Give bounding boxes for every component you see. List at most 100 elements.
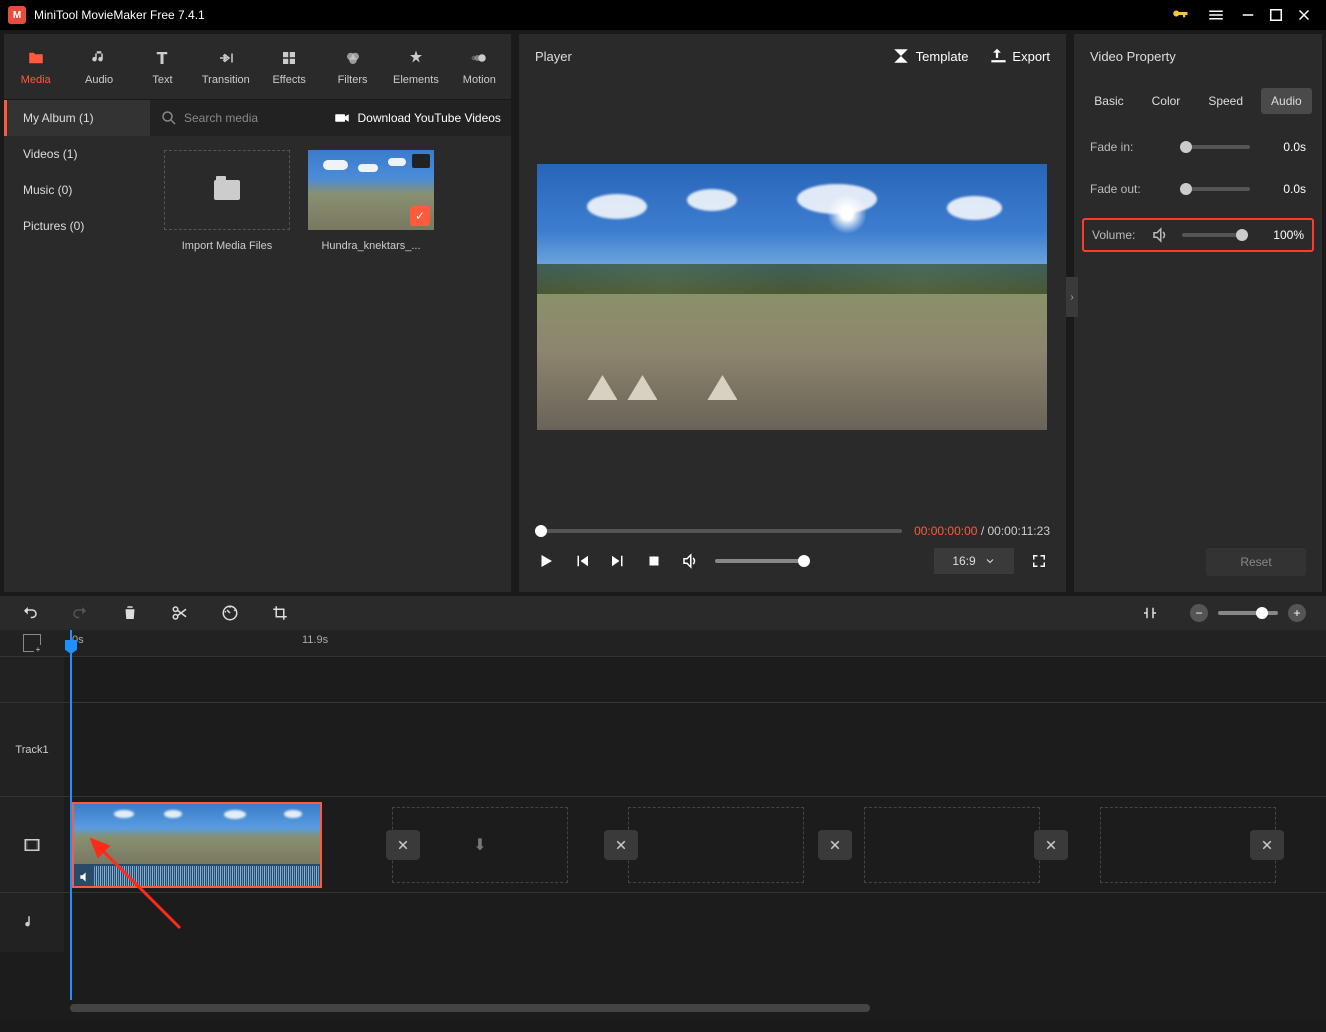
speed-button[interactable] bbox=[220, 603, 240, 623]
zoom-out-button[interactable]: − bbox=[1190, 604, 1208, 622]
stop-button[interactable] bbox=[643, 550, 665, 572]
download-icon: ⬇ bbox=[473, 835, 486, 855]
effects-icon bbox=[279, 48, 299, 68]
volume-row: Volume: 100% bbox=[1082, 218, 1314, 252]
search-input[interactable]: Search media bbox=[160, 109, 258, 127]
play-button[interactable] bbox=[535, 550, 557, 572]
prop-tab-color[interactable]: Color bbox=[1142, 88, 1191, 114]
zoom-slider[interactable] bbox=[1218, 611, 1278, 615]
clip-speaker-icon bbox=[78, 870, 92, 884]
album-my-album[interactable]: My Album (1) bbox=[4, 100, 150, 136]
music-note-icon bbox=[89, 48, 109, 68]
menu-icon[interactable] bbox=[1202, 1, 1230, 29]
check-badge-icon: ✓ bbox=[410, 206, 430, 226]
maximize-button[interactable] bbox=[1262, 1, 1290, 29]
player-panel: Player Template Export › bbox=[519, 34, 1066, 592]
transition-slot-button[interactable] bbox=[604, 830, 638, 860]
prop-tab-audio[interactable]: Audio bbox=[1261, 88, 1312, 114]
template-icon bbox=[892, 47, 910, 65]
close-button[interactable] bbox=[1290, 1, 1318, 29]
zoom-in-button[interactable]: + bbox=[1288, 604, 1306, 622]
transition-slot-button[interactable] bbox=[1034, 830, 1068, 860]
next-frame-button[interactable] bbox=[607, 550, 629, 572]
fade-out-slider[interactable] bbox=[1180, 187, 1250, 191]
redo-button[interactable] bbox=[70, 603, 90, 623]
progress-slider[interactable] bbox=[535, 529, 902, 533]
undo-button[interactable] bbox=[20, 603, 40, 623]
tab-effects[interactable]: Effects bbox=[258, 34, 321, 99]
import-folder-icon bbox=[214, 180, 240, 200]
transition-slot-button[interactable] bbox=[386, 830, 420, 860]
media-panel: Media Audio Text Transition Effects Filt… bbox=[4, 34, 511, 592]
panel-expand-handle[interactable]: › bbox=[1066, 277, 1078, 317]
track-label: Track1 bbox=[0, 703, 64, 796]
minimize-button[interactable] bbox=[1234, 1, 1262, 29]
video-badge-icon bbox=[412, 154, 430, 168]
volume-prop-slider[interactable] bbox=[1182, 233, 1248, 237]
timeline-ruler[interactable]: 0s 11.9s bbox=[64, 630, 1326, 656]
volume-slider[interactable] bbox=[715, 559, 810, 563]
export-button[interactable]: Export bbox=[988, 47, 1050, 65]
audio-track-icon bbox=[0, 893, 64, 952]
elements-icon bbox=[406, 48, 426, 68]
transition-slot-button[interactable] bbox=[818, 830, 852, 860]
license-key-icon[interactable] bbox=[1166, 1, 1194, 29]
delete-button[interactable] bbox=[120, 603, 140, 623]
add-track-button[interactable] bbox=[23, 634, 41, 652]
transition-slot-button[interactable] bbox=[1250, 830, 1284, 860]
fullscreen-button[interactable] bbox=[1028, 550, 1050, 572]
chevron-down-icon bbox=[984, 555, 996, 567]
album-pictures[interactable]: Pictures (0) bbox=[4, 208, 150, 244]
transition-icon bbox=[216, 48, 236, 68]
album-music[interactable]: Music (0) bbox=[4, 172, 150, 208]
empty-clip-slot[interactable] bbox=[628, 807, 804, 883]
import-media-tile[interactable]: Import Media Files bbox=[164, 150, 290, 252]
tab-text[interactable]: Text bbox=[131, 34, 194, 99]
tab-media[interactable]: Media bbox=[4, 34, 67, 99]
speaker-icon[interactable] bbox=[1150, 226, 1170, 244]
property-panel: Video Property Basic Color Speed Audio F… bbox=[1074, 34, 1322, 592]
fade-in-slider[interactable] bbox=[1180, 145, 1250, 149]
player-title: Player bbox=[535, 49, 572, 64]
folder-icon bbox=[26, 48, 46, 68]
split-button[interactable] bbox=[170, 603, 190, 623]
fit-button[interactable] bbox=[1140, 603, 1160, 623]
tab-elements[interactable]: Elements bbox=[384, 34, 447, 99]
timeline-toolbar: − + bbox=[0, 592, 1326, 630]
timeline-clip[interactable] bbox=[72, 802, 322, 888]
tab-filters[interactable]: Filters bbox=[321, 34, 384, 99]
timeline: 0s 11.9s Track1 ⬇ bbox=[0, 630, 1326, 1020]
timeline-scrollbar[interactable] bbox=[70, 1004, 870, 1012]
filters-icon bbox=[343, 48, 363, 68]
prop-tab-speed[interactable]: Speed bbox=[1198, 88, 1253, 114]
prop-tab-basic[interactable]: Basic bbox=[1084, 88, 1133, 114]
app-title: MiniTool MovieMaker Free 7.4.1 bbox=[34, 8, 205, 22]
titlebar: M MiniTool MovieMaker Free 7.4.1 bbox=[0, 0, 1326, 30]
tab-motion[interactable]: Motion bbox=[448, 34, 511, 99]
app-icon: M bbox=[8, 6, 26, 24]
motion-icon bbox=[469, 48, 489, 68]
camera-icon bbox=[333, 109, 351, 127]
reset-button[interactable]: Reset bbox=[1206, 548, 1306, 576]
text-icon bbox=[152, 48, 172, 68]
crop-button[interactable] bbox=[270, 603, 290, 623]
playhead[interactable] bbox=[70, 630, 72, 1000]
empty-clip-slot[interactable] bbox=[864, 807, 1040, 883]
time-display: 00:00:00:00 / 00:00:11:23 bbox=[914, 524, 1050, 538]
prev-frame-button[interactable] bbox=[571, 550, 593, 572]
media-thumbnail[interactable]: ✓ Hundra_knektars_... bbox=[308, 150, 434, 252]
template-button[interactable]: Template bbox=[892, 47, 969, 65]
fade-out-row: Fade out: 0.0s bbox=[1082, 176, 1314, 202]
fade-in-row: Fade in: 0.0s bbox=[1082, 134, 1314, 160]
tab-audio[interactable]: Audio bbox=[67, 34, 130, 99]
video-track-icon bbox=[0, 797, 64, 892]
album-videos[interactable]: Videos (1) bbox=[4, 136, 150, 172]
search-icon bbox=[160, 109, 178, 127]
tab-transition[interactable]: Transition bbox=[194, 34, 257, 99]
player-viewport[interactable] bbox=[537, 164, 1047, 430]
property-title: Video Property bbox=[1090, 49, 1176, 64]
export-icon bbox=[988, 47, 1006, 65]
aspect-ratio-select[interactable]: 16:9 bbox=[934, 548, 1014, 574]
download-youtube-link[interactable]: Download YouTube Videos bbox=[333, 109, 500, 127]
volume-icon[interactable] bbox=[679, 550, 701, 572]
